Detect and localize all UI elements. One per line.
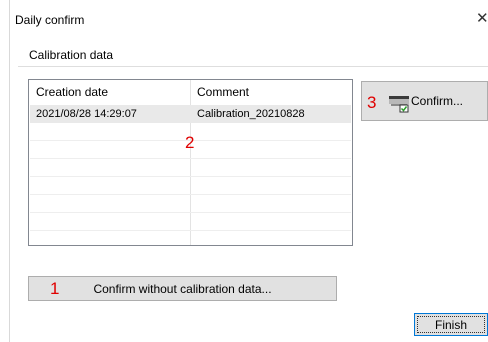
finish-button-label: Finish bbox=[434, 318, 467, 332]
calibration-table[interactable]: Creation date Comment 2021/08/28 14:29:0… bbox=[28, 79, 353, 246]
confirm-without-calibration-button[interactable]: Confirm without calibration data... bbox=[28, 276, 337, 301]
confirm-without-calibration-label: Confirm without calibration data... bbox=[93, 282, 272, 296]
marker-1: 1 bbox=[50, 279, 60, 298]
marker-3: 3 bbox=[367, 93, 377, 112]
cell-comment: Calibration_20210828 bbox=[197, 108, 305, 120]
header-comment[interactable]: Comment bbox=[197, 85, 249, 99]
section-label: Calibration data bbox=[29, 48, 114, 62]
table-row[interactable]: 2021/08/28 14:29:07 Calibration_20210828 bbox=[30, 105, 351, 123]
printer-check-icon bbox=[389, 96, 409, 113]
window-left-edge bbox=[9, 0, 10, 342]
header-creation-date[interactable]: Creation date bbox=[36, 85, 108, 99]
marker-2: 2 bbox=[185, 133, 195, 152]
confirm-button-label: Confirm... bbox=[411, 94, 464, 108]
table-header: Creation date Comment bbox=[29, 80, 352, 102]
close-icon[interactable]: ✕ bbox=[476, 9, 488, 27]
window-title: Daily confirm bbox=[15, 13, 85, 27]
empty-row bbox=[30, 177, 351, 195]
empty-row bbox=[30, 213, 351, 231]
section-divider bbox=[18, 66, 488, 67]
cell-creation-date: 2021/08/28 14:29:07 bbox=[36, 108, 137, 120]
empty-row bbox=[30, 195, 351, 213]
empty-row bbox=[30, 159, 351, 177]
finish-button[interactable]: Finish bbox=[414, 313, 488, 336]
confirm-button[interactable]: Confirm... bbox=[361, 81, 488, 121]
